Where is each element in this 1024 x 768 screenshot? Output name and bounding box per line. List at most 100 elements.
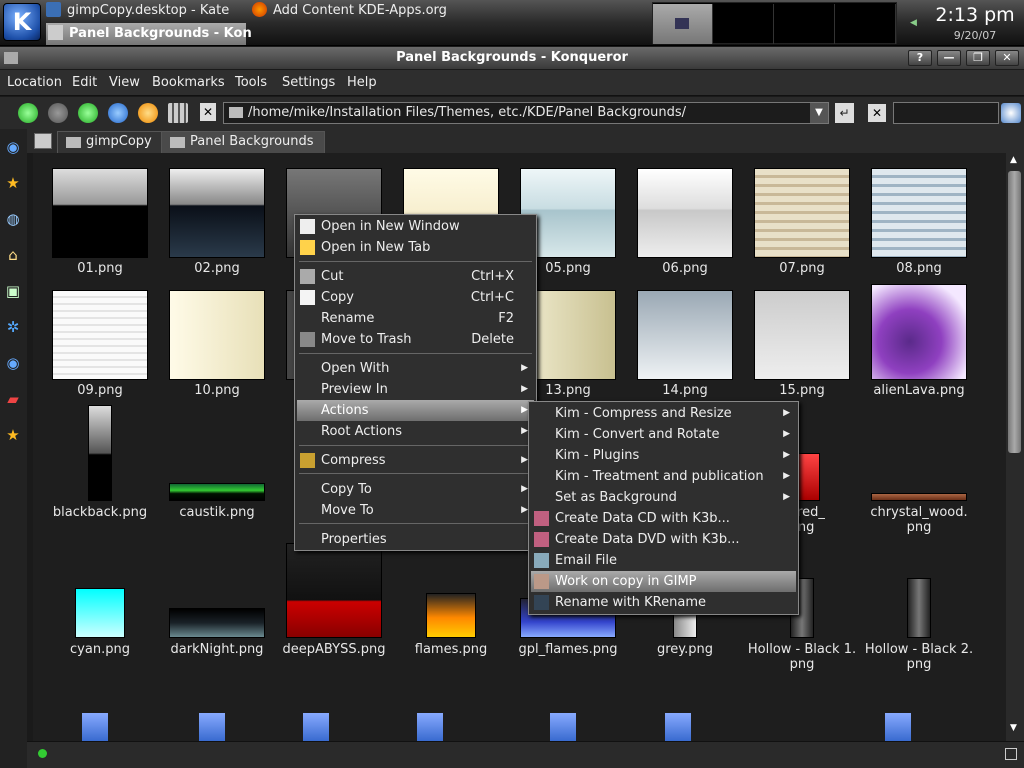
view-mode-icon[interactable]	[168, 103, 188, 123]
menu-settings[interactable]: Settings	[282, 75, 335, 90]
file-thumbnail[interactable]	[52, 290, 148, 380]
file-thumbnail[interactable]	[417, 713, 443, 741]
menu-item-copy-to[interactable]: Copy To ▶	[297, 479, 534, 500]
clear-location-icon[interactable]: ✕	[200, 103, 216, 121]
submenu-item-work-on-copy-in-gimp[interactable]: Work on copy in GIMP	[531, 571, 796, 592]
history-icon[interactable]: ◉	[5, 355, 21, 371]
kde-menu-button[interactable]: K	[3, 3, 41, 41]
submenu-item-kim-plugins[interactable]: Kim - Plugins ▶	[531, 445, 796, 466]
window-icon[interactable]	[4, 52, 18, 64]
scroll-up-icon[interactable]: ▲	[1010, 155, 1017, 165]
file-thumbnail[interactable]	[871, 493, 967, 501]
file-thumbnail[interactable]	[426, 593, 476, 638]
submenu-item-kim-compress-and-resize[interactable]: Kim - Compress and Resize ▶	[531, 403, 796, 424]
services-icon[interactable]: ✲	[5, 319, 21, 335]
menu-item-compress[interactable]: Compress ▶	[297, 450, 534, 471]
root-folder-icon[interactable]: ▰	[5, 391, 21, 407]
scroll-down-icon[interactable]: ▼	[1010, 723, 1017, 733]
menu-item-cut[interactable]: Cut Ctrl+X	[297, 266, 534, 287]
reload-icon[interactable]	[138, 103, 158, 123]
pager-desktop-4[interactable]	[836, 4, 896, 44]
menu-item-copy[interactable]: Copy Ctrl+C	[297, 287, 534, 308]
go-icon[interactable]: ↵	[835, 103, 854, 123]
pager-desktop-2[interactable]	[714, 4, 774, 44]
menu-item-preview-in[interactable]: Preview In ▶	[297, 379, 534, 400]
location-dropdown-icon[interactable]: ▼	[810, 103, 828, 123]
home-folder-icon[interactable]: ⌂	[5, 247, 21, 263]
file-thumbnail[interactable]	[885, 713, 911, 741]
location-input[interactable]: /home/mike/Installation Files/Themes, et…	[223, 102, 829, 124]
file-thumbnail[interactable]	[169, 290, 265, 380]
tab-gimpcopy[interactable]: gimpCopy	[57, 131, 163, 153]
file-thumbnail[interactable]	[907, 578, 931, 638]
tab-panel-backgrounds[interactable]: Panel Backgrounds	[161, 131, 325, 153]
file-thumbnail[interactable]	[82, 713, 108, 741]
file-thumbnail[interactable]	[871, 284, 967, 380]
task-firefox[interactable]: Add Content KDE-Apps.org	[273, 3, 447, 18]
menu-item-open-in-new-window[interactable]: Open in New Window	[297, 216, 534, 237]
file-thumbnail[interactable]	[637, 290, 733, 380]
submenu-item-create-data-cd-with-k3b[interactable]: Create Data CD with K3b...	[531, 508, 796, 529]
menu-item-open-with[interactable]: Open With ▶	[297, 358, 534, 379]
submenu-item-kim-treatment-and-publication[interactable]: Kim - Treatment and publication ▶	[531, 466, 796, 487]
help-button[interactable]: ?	[908, 50, 932, 66]
minimize-button[interactable]: —	[937, 50, 961, 66]
menu-item-properties[interactable]: Properties	[297, 529, 534, 550]
submenu-item-set-as-background[interactable]: Set as Background ▶	[531, 487, 796, 508]
file-thumbnail[interactable]	[169, 483, 265, 501]
file-thumbnail[interactable]	[199, 713, 225, 741]
file-thumbnail[interactable]	[754, 290, 850, 380]
menu-help[interactable]: Help	[347, 75, 377, 90]
favorites-star-icon[interactable]: ★	[5, 427, 21, 443]
desktop-pager[interactable]	[652, 2, 897, 44]
submenu-item-kim-convert-and-rotate[interactable]: Kim - Convert and Rotate ▶	[531, 424, 796, 445]
web-icon[interactable]: ◉	[5, 139, 21, 155]
split-view-icon[interactable]	[1005, 748, 1017, 760]
file-thumbnail[interactable]	[754, 168, 850, 258]
submenu-item-rename-with-krename[interactable]: Rename with KRename	[531, 592, 796, 613]
search-engine-icon[interactable]	[1001, 103, 1021, 123]
menu-view[interactable]: View	[109, 75, 140, 90]
scrollbar-thumb[interactable]	[1008, 171, 1021, 453]
file-thumbnail[interactable]	[637, 168, 733, 258]
menu-item-root-actions[interactable]: Root Actions ▶	[297, 421, 534, 442]
file-thumbnail[interactable]	[169, 608, 265, 638]
file-thumbnail[interactable]	[871, 168, 967, 258]
file-thumbnail[interactable]	[303, 713, 329, 741]
submenu-item-email-file[interactable]: Email File	[531, 550, 796, 571]
maximize-button[interactable]: ❐	[966, 50, 990, 66]
file-thumbnail[interactable]	[52, 168, 148, 258]
menu-bookmarks[interactable]: Bookmarks	[152, 75, 225, 90]
home-icon[interactable]	[108, 103, 128, 123]
file-thumbnail[interactable]	[286, 543, 382, 638]
new-tab-icon[interactable]	[34, 133, 52, 149]
file-thumbnail[interactable]	[550, 713, 576, 741]
clock[interactable]: 2:13 pm 9/20/07	[928, 2, 1022, 44]
menu-item-move-to[interactable]: Move To ▶	[297, 500, 534, 521]
menu-item-move-to-trash[interactable]: Move to Trash Delete	[297, 329, 534, 350]
file-thumbnail[interactable]	[75, 588, 125, 638]
file-thumbnail[interactable]	[169, 168, 265, 258]
window-titlebar[interactable]: Panel Backgrounds - Konqueror ? — ❐ ✕	[0, 47, 1024, 69]
task-kate[interactable]: gimpCopy.desktop - Kate	[67, 3, 229, 18]
submenu-item-create-data-dvd-with-k3b[interactable]: Create Data DVD with K3b...	[531, 529, 796, 550]
menu-item-open-in-new-tab[interactable]: Open in New Tab	[297, 237, 534, 258]
menu-tools[interactable]: Tools	[235, 75, 267, 90]
menu-item-rename[interactable]: Rename F2	[297, 308, 534, 329]
clear-search-icon[interactable]: ✕	[868, 104, 886, 122]
file-thumbnail[interactable]	[673, 613, 697, 638]
menu-edit[interactable]: Edit	[72, 75, 97, 90]
menu-location[interactable]: Location	[7, 75, 62, 90]
bookmarks-star-icon[interactable]: ★	[5, 175, 21, 191]
file-thumbnail[interactable]	[88, 405, 112, 501]
tray-arrow-icon[interactable]: ◀	[910, 18, 917, 28]
pager-desktop-1[interactable]	[653, 4, 713, 44]
up-icon[interactable]	[78, 103, 98, 123]
task-konqueror[interactable]: Panel Backgrounds - Kon	[46, 23, 252, 45]
close-button[interactable]: ✕	[995, 50, 1019, 66]
pager-desktop-3[interactable]	[775, 4, 835, 44]
network-icon[interactable]: ◍	[5, 211, 21, 227]
menu-item-actions[interactable]: Actions ▶	[297, 400, 534, 421]
file-thumbnail[interactable]	[665, 713, 691, 741]
computer-icon[interactable]: ▣	[5, 283, 21, 299]
